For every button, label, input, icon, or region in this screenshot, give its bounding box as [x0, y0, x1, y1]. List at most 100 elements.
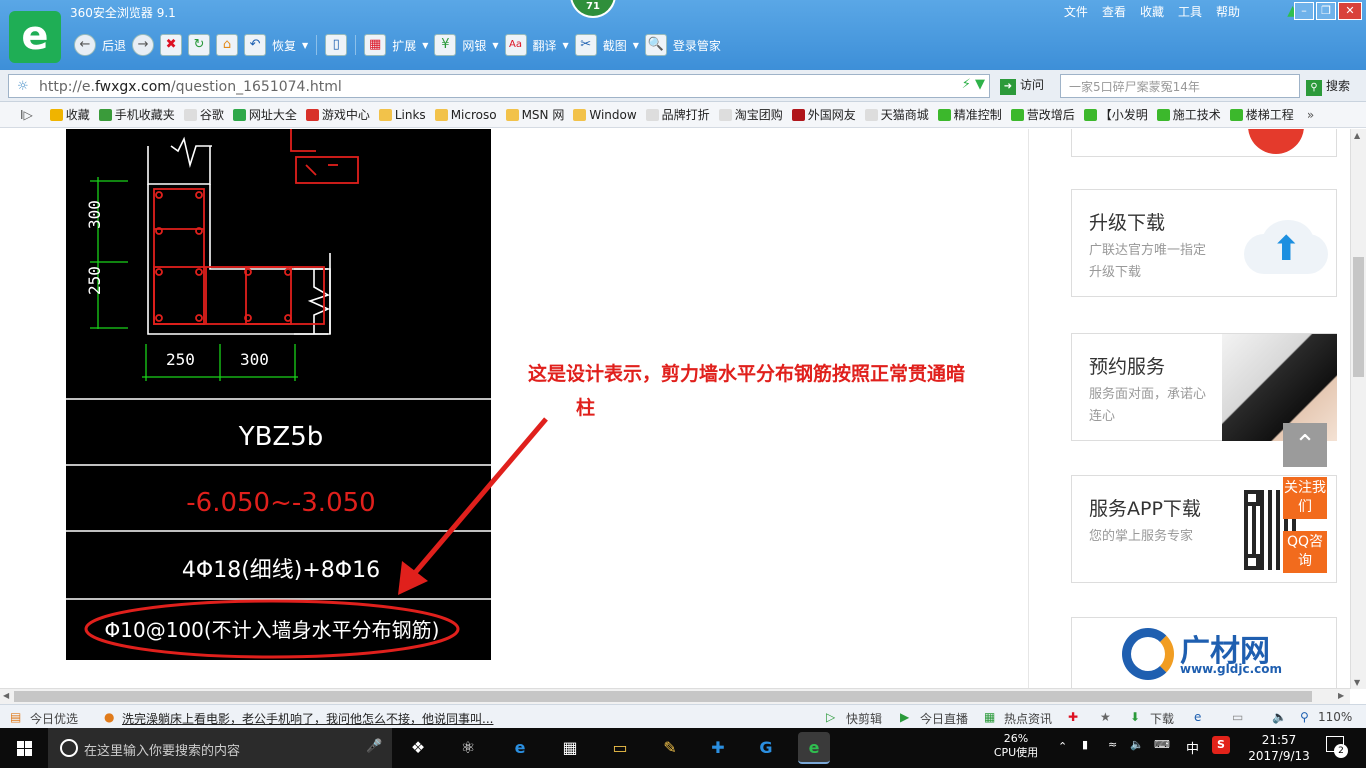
scroll-down-icon[interactable]: ▼ — [1354, 678, 1360, 687]
bookmark-item[interactable]: 手机收藏夹 — [98, 106, 175, 123]
zoom-level[interactable]: 110% — [1318, 710, 1352, 724]
bookmark-item[interactable]: 【小发明 — [1083, 106, 1148, 123]
horizontal-scrollbar[interactable]: ◀ ▶ — [0, 688, 1350, 704]
360-browser-taskbar-icon[interactable]: e — [798, 732, 830, 764]
health-icon[interactable]: ✚ — [1068, 710, 1078, 724]
address-dropdown-icon[interactable]: ⚡ ▼ — [962, 77, 985, 92]
horizontal-scroll-thumb[interactable] — [14, 691, 1312, 702]
tray-expand-icon[interactable]: ⌃ — [1058, 740, 1067, 753]
restore-dropdown-icon[interactable]: ▼ — [302, 41, 308, 50]
close-window-button[interactable]: ✕ — [1338, 2, 1362, 20]
file-explorer-icon[interactable]: ▭ — [604, 732, 636, 764]
download-link[interactable]: 下载 — [1150, 710, 1174, 727]
bookmark-item[interactable]: 外国网友 — [791, 106, 856, 123]
screenshot-button-label[interactable]: 截图 — [603, 37, 627, 54]
forward-arrow-icon[interactable]: → — [132, 34, 155, 56]
taskbar-clock[interactable]: 21:57 2017/9/13 — [1244, 732, 1314, 764]
sidebar-card-upgrade[interactable]: 升级下载 广联达官方唯一指定升级下载 ⬆ — [1071, 189, 1337, 297]
bank-dropdown-icon[interactable]: ▼ — [492, 41, 498, 50]
wifi-icon[interactable]: ≈ — [1108, 738, 1117, 751]
news-headline-link[interactable]: 洗完澡躺床上看电影，老公手机响了，我问他怎么不接，他说同事叫... — [122, 710, 493, 727]
menu-file[interactable]: 文件 — [1064, 3, 1088, 20]
volume-tray-icon[interactable]: 🔈 — [1130, 738, 1144, 751]
bookmark-item[interactable]: MSN 网 — [505, 106, 564, 123]
store-icon[interactable]: ▦ — [554, 732, 586, 764]
app-swirl-icon[interactable]: ⚛ — [452, 732, 484, 764]
windows-start-icon[interactable] — [0, 728, 48, 768]
sidebar-card-partial[interactable] — [1071, 129, 1337, 157]
window-icon[interactable]: ▭ — [1232, 710, 1243, 724]
vertical-scroll-thumb[interactable] — [1353, 257, 1364, 377]
back-to-top-button[interactable]: ⌃ — [1283, 423, 1327, 467]
bank-icon[interactable]: ¥ — [434, 34, 457, 56]
home-icon[interactable]: ⌂ — [216, 34, 239, 56]
notes-app-icon[interactable]: ✎ — [654, 732, 686, 764]
glodon-app-icon[interactable]: G — [750, 732, 782, 764]
sogou-ime-icon[interactable]: S — [1212, 736, 1230, 754]
ime-indicator[interactable]: 中 — [1186, 738, 1199, 757]
menu-favorites[interactable]: 收藏 — [1140, 3, 1164, 20]
bank-button-label[interactable]: 网银 — [462, 37, 486, 54]
keyboard-icon[interactable]: ⌨ — [1154, 738, 1170, 751]
address-url[interactable]: http://e.fwxgx.com/question_1651074.html — [39, 79, 342, 95]
minimize-button[interactable]: – — [1294, 2, 1314, 20]
back-button-label[interactable]: 后退 — [102, 37, 126, 54]
restore-button-label[interactable]: 恢复 — [272, 37, 296, 54]
visit-button[interactable]: ➜ 访问 — [1000, 76, 1044, 95]
bookmark-item[interactable]: 淘宝团购 — [718, 106, 783, 123]
phone-icon[interactable]: ▯ — [325, 34, 348, 56]
gldjc-logo-card[interactable]: 广材网 www.gldjc.com — [1071, 617, 1337, 688]
browser-logo-icon[interactable]: e — [9, 11, 61, 63]
hot-news-link[interactable]: 热点资讯 — [1004, 710, 1052, 727]
microphone-icon[interactable]: 🎤 — [366, 739, 382, 754]
volume-icon[interactable]: 🔈 — [1272, 710, 1287, 724]
quick-clip-link[interactable]: 快剪辑 — [846, 710, 882, 727]
battery-icon[interactable]: ▮ — [1082, 738, 1088, 751]
edge-browser-icon[interactable]: e — [504, 732, 536, 764]
bookmark-item[interactable]: 楼梯工程 — [1229, 106, 1294, 123]
extensions-dropdown-icon[interactable]: ▼ — [422, 41, 428, 50]
stop-icon[interactable]: ✖ — [160, 34, 183, 56]
bookmark-item[interactable]: 天猫商城 — [864, 106, 929, 123]
bookmark-item[interactable]: Links — [378, 108, 426, 122]
translate-dropdown-icon[interactable]: ▼ — [563, 41, 569, 50]
login-manager-icon[interactable]: 🔍 — [644, 34, 667, 56]
back-arrow-icon[interactable]: ← — [74, 34, 96, 56]
bookmark-item[interactable]: 施工技术 — [1156, 106, 1221, 123]
ie-icon[interactable]: e — [1194, 710, 1201, 724]
scroll-left-icon[interactable]: ◀ — [3, 691, 9, 700]
refresh-icon[interactable]: ↻ — [188, 34, 211, 56]
cpu-usage[interactable]: 26% CPU使用 — [992, 732, 1040, 760]
scroll-up-icon[interactable]: ▲ — [1354, 131, 1360, 140]
today-pick-label[interactable]: 今日优选 — [30, 710, 78, 727]
bookmark-item[interactable]: Microso — [434, 108, 497, 122]
translate-icon[interactable]: Aa — [504, 34, 527, 56]
menu-tools[interactable]: 工具 — [1178, 3, 1202, 20]
address-bar[interactable]: ☼ http://e.fwxgx.com/question_1651074.ht… — [8, 74, 990, 98]
bookmarks-overflow-icon[interactable]: » — [1307, 108, 1314, 122]
bookmark-item[interactable]: 营改增后 — [1010, 106, 1075, 123]
live-link[interactable]: 今日直播 — [920, 710, 968, 727]
screenshot-dropdown-icon[interactable]: ▼ — [633, 41, 639, 50]
bookmark-item[interactable]: 精准控制 — [937, 106, 1002, 123]
login-manager-label[interactable]: 登录管家 — [673, 37, 721, 54]
bookmark-item[interactable]: 网址大全 — [232, 106, 297, 123]
bookmark-item[interactable]: 收藏 — [49, 106, 90, 123]
extensions-button-label[interactable]: 扩展 — [392, 37, 416, 54]
pin-icon[interactable]: ★ — [1100, 710, 1111, 724]
screenshot-icon[interactable]: ✂ — [574, 34, 597, 56]
search-button[interactable]: ⚲ 搜索 — [1306, 77, 1350, 96]
bookmark-item[interactable]: Window — [573, 108, 637, 122]
bookmark-item[interactable]: 品牌打折 — [645, 106, 710, 123]
search-input[interactable]: 一家5口碎尸案蒙冤14年 — [1060, 74, 1300, 98]
qq-consult-button[interactable]: QQ咨询 — [1283, 531, 1327, 573]
network-app-icon[interactable]: ✚ — [702, 732, 734, 764]
bookmark-item[interactable]: 谷歌 — [183, 106, 224, 123]
task-view-icon[interactable]: ❖ — [402, 732, 434, 764]
translate-button-label[interactable]: 翻译 — [533, 37, 557, 54]
follow-us-button[interactable]: 关注我们 — [1283, 477, 1327, 519]
vertical-scrollbar[interactable]: ▲ ▼ — [1350, 129, 1366, 689]
menu-view[interactable]: 查看 — [1102, 3, 1126, 20]
restore-window-button[interactable]: ❐ — [1316, 2, 1336, 20]
bookmark-item[interactable]: 游戏中心 — [305, 106, 370, 123]
